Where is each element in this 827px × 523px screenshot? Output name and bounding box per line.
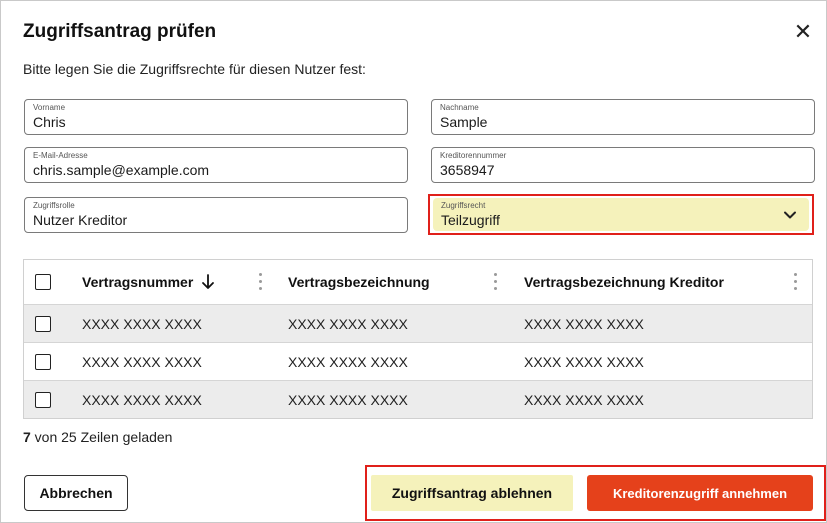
header-vertragsbezeichnung[interactable]: Vertragsbezeichnung xyxy=(288,260,430,304)
rows-loaded-text: von 25 Zeilen geladen xyxy=(30,429,173,445)
header-vertragsbezeichnung-kreditor[interactable]: Vertragsbezeichnung Kreditor xyxy=(524,260,724,304)
arrow-down-icon[interactable] xyxy=(201,274,215,290)
email-label: E-Mail-Adresse xyxy=(33,151,88,160)
dialog-title: Zugriffsantrag prüfen xyxy=(23,21,217,42)
table-cell: XXXX XXXX XXXX xyxy=(82,315,202,332)
dialog-subtitle: Bitte legen Sie die Zugriffsrechte für d… xyxy=(23,61,366,77)
rows-loaded-status: 7 von 25 Zeilen geladen xyxy=(23,429,172,445)
zugriffsrecht-label: Zugriffsrecht xyxy=(441,201,486,210)
kreditorennummer-field[interactable]: Kreditorennummer 3658947 xyxy=(431,147,815,183)
vorname-value: Chris xyxy=(33,114,66,130)
email-value: chris.sample@example.com xyxy=(33,162,210,178)
select-all-checkbox[interactable] xyxy=(35,274,51,290)
zugriffsrolle-field[interactable]: Zugriffsrolle Nutzer Kreditor xyxy=(24,197,408,233)
kreditorennummer-value: 3658947 xyxy=(440,162,495,178)
table-cell: XXXX XXXX XXXX xyxy=(82,353,202,370)
cancel-button[interactable]: Abbrechen xyxy=(24,475,128,511)
table-cell: XXXX XXXX XXXX xyxy=(288,353,408,370)
table-cell: XXXX XXXX XXXX xyxy=(82,391,202,408)
zugriffsrecht-select[interactable]: Zugriffsrecht Teilzugriff xyxy=(433,198,809,231)
accept-creditor-access-button[interactable]: Kreditorenzugriff annehmen xyxy=(587,475,813,511)
table-header-row: Vertragsnummer Vertragsbezeichnung Vertr… xyxy=(24,260,812,304)
rows-loaded-count: 7 xyxy=(23,429,31,445)
close-icon[interactable]: ✕ xyxy=(791,21,815,45)
table-row[interactable]: XXXX XXXX XXXX XXXX XXXX XXXX XXXX XXXX … xyxy=(24,304,812,342)
table-row[interactable]: XXXX XXXX XXXX XXXX XXXX XXXX XXXX XXXX … xyxy=(24,380,812,418)
reject-request-button[interactable]: Zugriffsantrag ablehnen xyxy=(371,475,573,511)
vorname-label: Vorname xyxy=(33,103,66,112)
row-checkbox[interactable] xyxy=(35,354,51,370)
kreditorennummer-label: Kreditorennummer xyxy=(440,151,507,160)
nachname-field[interactable]: Nachname Sample xyxy=(431,99,815,135)
table-cell: XXXX XXXX XXXX xyxy=(524,391,644,408)
zugriffsrecht-value: Teilzugriff xyxy=(441,212,500,228)
row-checkbox[interactable] xyxy=(35,316,51,332)
vorname-field[interactable]: Vorname Chris xyxy=(24,99,408,135)
column-menu-icon[interactable] xyxy=(794,273,798,291)
contracts-table: Vertragsnummer Vertragsbezeichnung Vertr… xyxy=(23,259,813,419)
chevron-down-icon xyxy=(784,211,796,219)
zugriffsrolle-label: Zugriffsrolle xyxy=(33,201,75,210)
table-cell: XXXX XXXX XXXX xyxy=(288,391,408,408)
table-cell: XXXX XXXX XXXX xyxy=(524,353,644,370)
nachname-label: Nachname xyxy=(440,103,479,112)
access-request-dialog: Zugriffsantrag prüfen ✕ Bitte legen Sie … xyxy=(0,0,827,523)
zugriffsrolle-value: Nutzer Kreditor xyxy=(33,212,128,228)
email-field[interactable]: E-Mail-Adresse chris.sample@example.com xyxy=(24,147,408,183)
table-cell: XXXX XXXX XXXX xyxy=(288,315,408,332)
column-menu-icon[interactable] xyxy=(259,273,263,291)
nachname-value: Sample xyxy=(440,114,488,130)
header-vertragsnummer-label: Vertragsnummer xyxy=(82,274,194,290)
table-cell: XXXX XXXX XXXX xyxy=(524,315,644,332)
row-checkbox[interactable] xyxy=(35,392,51,408)
header-vertragsnummer[interactable]: Vertragsnummer xyxy=(82,260,215,304)
table-row[interactable]: XXXX XXXX XXXX XXXX XXXX XXXX XXXX XXXX … xyxy=(24,342,812,380)
column-menu-icon[interactable] xyxy=(494,273,498,291)
